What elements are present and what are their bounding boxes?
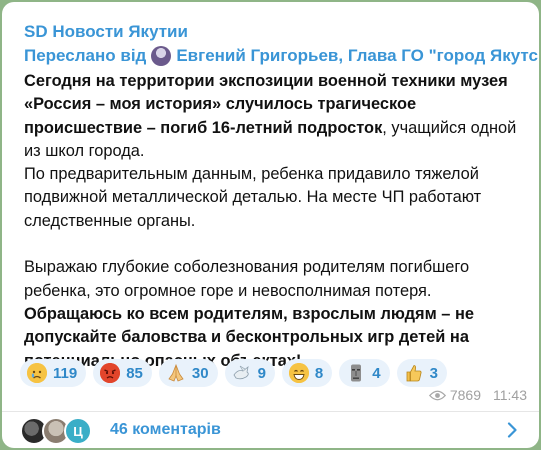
paragraph-3: Выражаю глубокие соболезнования родителя… bbox=[24, 258, 470, 300]
reaction-count: 119 bbox=[53, 364, 78, 382]
reaction-count: 30 bbox=[191, 364, 209, 382]
reaction-count: 3 bbox=[429, 364, 438, 382]
reaction-angry[interactable]: 85 bbox=[93, 359, 152, 387]
chevron-right-icon bbox=[507, 422, 517, 438]
reaction-grin[interactable]: 8 bbox=[281, 359, 333, 387]
reaction-count: 8 bbox=[314, 364, 324, 382]
reaction-moai[interactable]: 4 bbox=[339, 359, 390, 387]
crying-face-icon bbox=[27, 363, 47, 383]
angry-face-icon bbox=[100, 363, 121, 383]
message-bubble: SD Новости Якутии Переслано від Евгений … bbox=[2, 2, 539, 448]
forwarded-from-name[interactable]: Евгений Григорьев, Глава ГО "город Якутс… bbox=[176, 46, 539, 66]
reaction-thumbs-up[interactable]: 3 bbox=[396, 359, 447, 387]
paragraph-1: Сегодня на территории экспозиции военной… bbox=[24, 70, 529, 163]
comments-button[interactable]: Ц 46 коментарів bbox=[2, 412, 539, 448]
reaction-count: 9 bbox=[257, 364, 266, 382]
comments-label: 46 коментарів bbox=[110, 421, 221, 438]
praying-hands-icon bbox=[166, 363, 186, 383]
message-time: 11:43 bbox=[493, 387, 527, 403]
reaction-dove[interactable]: 9 bbox=[224, 359, 275, 387]
forwarded-avatar bbox=[151, 46, 172, 66]
reaction-count: 4 bbox=[372, 364, 381, 382]
channel-name[interactable]: SD Новости Якутии bbox=[24, 22, 188, 42]
reaction-count: 85 bbox=[126, 364, 143, 382]
reaction-crying[interactable]: 119 bbox=[20, 359, 87, 387]
forwarded-prefix: Переслано від bbox=[24, 46, 147, 65]
avatar: Ц bbox=[64, 417, 92, 445]
moai-icon bbox=[346, 363, 366, 383]
commenter-avatars: Ц bbox=[20, 415, 108, 445]
views-count: 7869 bbox=[449, 387, 481, 403]
forwarded-header[interactable]: Переслано від Евгений Григорьев, Глава Г… bbox=[24, 46, 539, 66]
reaction-pray[interactable]: 30 bbox=[158, 359, 218, 387]
message-meta: 7869 11:43 bbox=[428, 387, 527, 403]
thumbs-up-icon bbox=[404, 363, 424, 383]
message-text: Сегодня на территории экспозиции военной… bbox=[24, 70, 529, 373]
grinning-face-icon bbox=[288, 363, 309, 383]
paragraph-2: По предварительным данным, ребенка прида… bbox=[24, 165, 482, 230]
reactions-bar: 119 85 30 9 8 4 3 bbox=[20, 359, 447, 387]
dove-icon bbox=[232, 363, 252, 383]
views-eye-icon bbox=[428, 390, 446, 400]
